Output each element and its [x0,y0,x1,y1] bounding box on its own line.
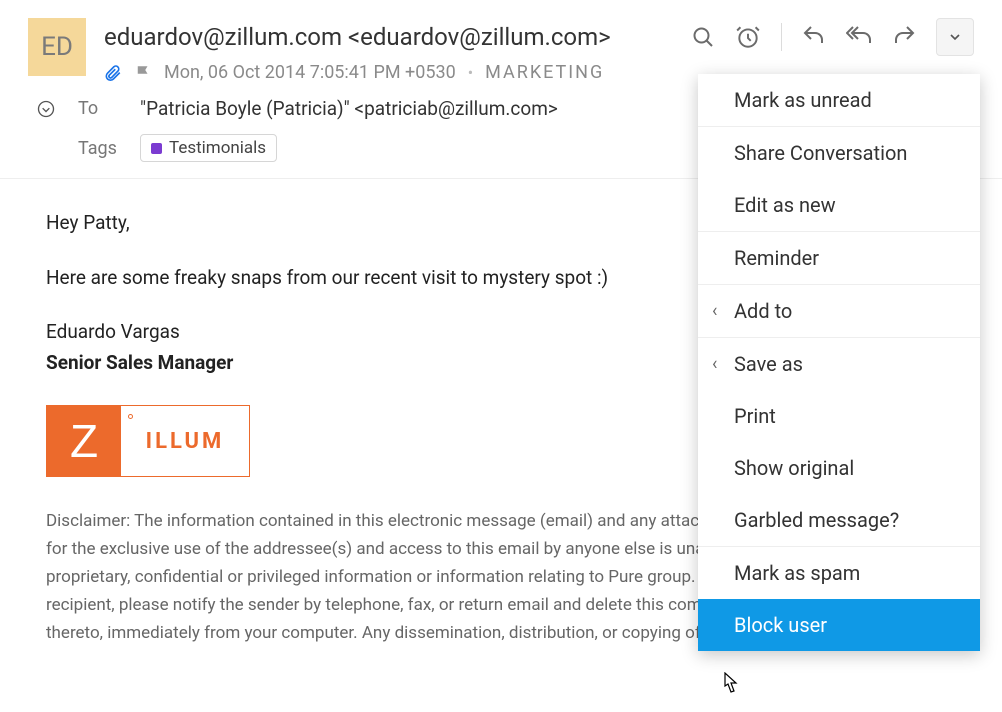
menu-show-original[interactable]: Show original [698,442,980,494]
menu-add-to[interactable]: Add to [698,284,980,337]
collapse-toggle-icon[interactable] [36,99,56,119]
tag-color-swatch [151,143,162,154]
reply-all-icon[interactable] [846,25,872,49]
menu-edit-as-new[interactable]: Edit as new [698,179,980,231]
sender-address[interactable]: eduardov@zillum.com <eduardov@zillum.com… [104,23,679,51]
to-label: To [78,98,140,119]
tag-label: Testimonials [169,138,266,158]
tags-label: Tags [78,138,140,159]
category-label[interactable]: MARKETING [485,62,604,83]
menu-garbled-message[interactable]: Garbled message? [698,494,980,546]
menu-mark-unread[interactable]: Mark as unread [698,74,980,126]
logo-z: Z [47,406,121,476]
menu-mark-as-spam[interactable]: Mark as spam [698,546,980,599]
attachment-icon[interactable] [104,63,122,83]
more-actions-dropdown[interactable] [936,18,974,56]
cursor-pointer-icon [718,672,740,702]
logo-illum: ILLUM [121,406,249,476]
alarm-reminder-icon[interactable] [735,24,761,50]
context-menu: Mark as unread Share Conversation Edit a… [698,74,980,651]
menu-reminder[interactable]: Reminder [698,231,980,284]
reply-icon[interactable] [802,25,826,49]
menu-print[interactable]: Print [698,390,980,442]
menu-share-conversation[interactable]: Share Conversation [698,126,980,179]
search-icon[interactable] [691,25,715,49]
separator-dot: • [468,63,473,82]
tag-chip[interactable]: Testimonials [140,134,277,162]
company-logo: Z ILLUM [46,405,250,477]
menu-save-as[interactable]: Save as [698,337,980,390]
menu-block-user[interactable]: Block user [698,599,980,651]
email-date: Mon, 06 Oct 2014 7:05:41 PM +0530 [164,62,456,83]
email-header: ED eduardov@zillum.com <eduardov@zillum.… [0,0,1002,83]
to-value[interactable]: "Patricia Boyle (Patricia)" <patriciab@z… [140,97,558,120]
sender-avatar[interactable]: ED [28,18,86,76]
forward-icon[interactable] [892,25,916,49]
flag-icon[interactable] [134,63,152,83]
